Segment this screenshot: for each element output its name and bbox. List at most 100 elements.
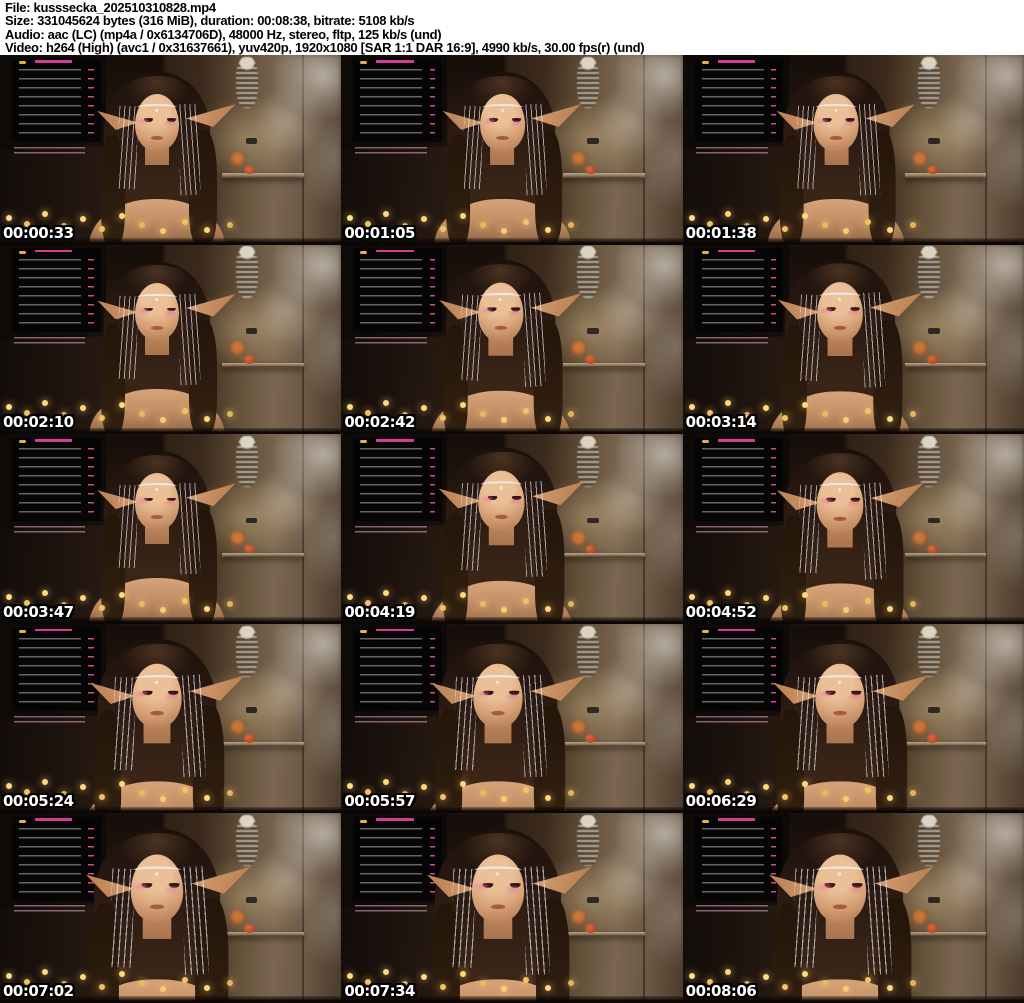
video-thumbnail: 00:07:02 [0,813,342,1003]
person-figure [341,624,682,814]
chain-right [177,483,202,575]
fairy-lights [6,593,12,600]
chain-left [461,105,484,190]
video-thumbnail: 00:05:57 [341,623,683,814]
video-thumbnail: 00:01:38 [682,55,1024,245]
video-thumbnail: 00:06:29 [682,623,1024,814]
person-figure [683,813,1024,1003]
chain-left [459,483,482,572]
person-figure [341,245,682,435]
chain-right [522,866,551,976]
thumbnail-grid: 00:00:33 00:01:05 00:01:38 00:02:10 00:0… [0,55,1024,1003]
chain-right [861,482,887,581]
chain-right [862,674,890,778]
person-figure [0,813,341,1003]
chain-right [181,866,210,976]
video-thumbnail: 00:04:52 [682,434,1024,624]
chain-right [861,292,886,388]
chain-right [522,292,547,387]
chain-left [795,105,818,190]
timestamp-label: 00:05:24 [3,792,74,811]
head-circlet [480,481,524,489]
fairy-lights [688,214,695,221]
person-figure [341,434,682,624]
video-thumbnail: 00:01:05 [341,55,683,245]
person-figure [683,624,1024,814]
person-figure [0,434,341,624]
head-circlet [134,674,180,683]
timestamp-label: 00:02:42 [344,413,415,432]
person-figure [341,813,682,1003]
person-figure [345,55,682,245]
chain-left [449,869,476,970]
person-figure [0,245,341,435]
chain-left [108,869,135,970]
chain-left [452,676,478,772]
person-figure [683,245,1024,435]
chain-right [521,674,548,778]
video-thumbnail: 00:03:14 [682,244,1024,435]
fairy-lights [688,593,695,600]
person-figure [683,434,1024,624]
chain-left [791,869,818,970]
head-circlet [818,292,861,300]
chain-right [180,674,207,778]
head-circlet [136,103,178,112]
chain-left [116,105,138,190]
cheek-glitter [819,691,832,697]
timestamp-label: 00:04:19 [344,602,415,621]
file-info-header: File: kusssecka_202510310828.mp4 Size: 3… [0,0,1024,55]
file-name-line: File: kusssecka_202510310828.mp4 [5,0,216,15]
timestamp-label: 00:07:02 [3,982,74,1000]
head-circlet [136,483,178,491]
timestamp-label: 00:03:14 [685,413,757,432]
timestamp-label: 00:03:47 [3,602,74,621]
head-circlet [817,482,862,491]
chain-right [523,481,549,578]
head-circlet [473,866,523,876]
head-circlet [132,866,182,876]
video-thumbnail: 00:00:33 [0,55,342,245]
video-info-line: Video: h264 (High) (avc1 / 0x31637661), … [5,40,645,56]
head-circlet [481,103,523,112]
video-thumbnail: 00:05:24 [0,623,342,814]
chain-left [116,295,138,380]
video-thumbnail: 00:02:42 [341,244,683,435]
fairy-lights [6,214,12,221]
thumbnail-sheet: File: kusssecka_202510310828.mp4 Size: 3… [0,0,1024,1003]
video-thumbnail: 00:02:10 [0,244,342,435]
timestamp-label: 00:06:29 [685,792,757,811]
video-thumbnail: 00:08:06 [682,813,1024,1003]
fairy-lights [688,973,695,979]
timestamp-label: 00:08:06 [685,982,757,1000]
timestamp-label: 00:01:05 [344,223,415,242]
chain-left [797,294,820,382]
cheek-glitter [818,118,829,124]
chain-right [177,293,202,386]
audio-info-line: Audio: aac (LC) (mp4a / 0x6134706D), 480… [5,26,442,42]
chain-right [856,103,881,196]
video-thumbnail: 00:04:19 [341,434,683,624]
chain-left [796,485,820,575]
timestamp-label: 00:05:57 [344,792,415,811]
fairy-lights [6,973,12,979]
fairy-lights [347,214,354,221]
person-figure [0,624,341,814]
head-circlet [475,674,522,683]
file-size-line: Size: 331045624 bytes (316 MiB), duratio… [5,13,415,29]
head-circlet [815,103,857,112]
timestamp-label: 00:00:33 [3,223,74,242]
head-circlet [815,866,865,876]
video-thumbnail: 00:03:47 [0,434,342,624]
chain-left [459,294,482,381]
timestamp-label: 00:07:34 [344,982,415,1000]
timestamp-label: 00:04:52 [685,602,757,621]
person-figure [683,55,1021,245]
fairy-lights [688,404,695,411]
cheek-glitter [821,307,832,313]
chain-left [111,676,136,772]
head-circlet [479,292,523,300]
head-circlet [816,674,863,683]
chain-left [116,485,138,570]
chain-left [794,676,819,772]
